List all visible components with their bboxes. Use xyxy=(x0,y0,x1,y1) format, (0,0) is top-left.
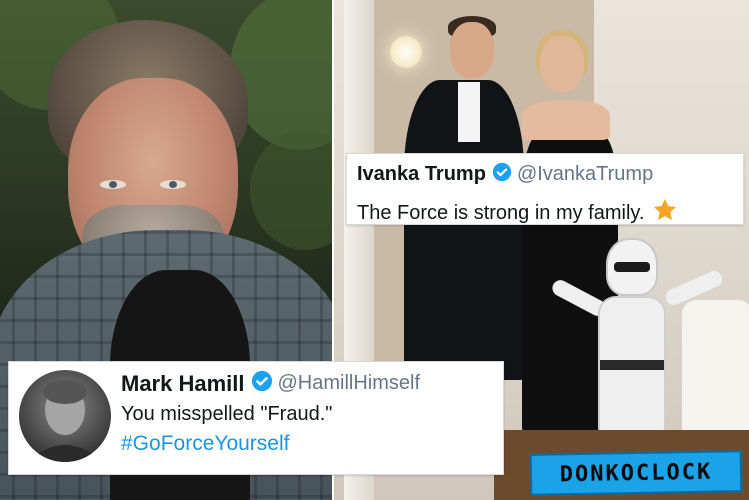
man-shirt xyxy=(458,82,480,142)
sofa xyxy=(682,300,749,450)
avatar[interactable] xyxy=(19,370,111,462)
star-icon xyxy=(652,197,678,229)
man-head xyxy=(450,22,494,78)
tweet-header: Mark Hamill @HamillHimself xyxy=(121,370,420,397)
display-name[interactable]: Ivanka Trump xyxy=(357,163,486,186)
trooper-belt xyxy=(600,360,664,370)
handle[interactable]: @IvankaTrump xyxy=(517,163,653,186)
verified-badge-icon xyxy=(492,162,512,187)
trooper-visor xyxy=(614,262,650,272)
tweet-body: Mark Hamill @HamillHimself You misspelle… xyxy=(121,370,420,456)
tweet-text: The Force is strong in my family. xyxy=(357,197,733,229)
woman-shoulders xyxy=(522,100,610,140)
hamill-tweet-card[interactable]: Mark Hamill @HamillHimself You misspelle… xyxy=(8,361,504,475)
ivanka-tweet-card[interactable]: Ivanka Trump @IvankaTrump The Force is s… xyxy=(346,153,744,225)
eye xyxy=(100,180,126,189)
eye xyxy=(160,180,186,189)
woman-head xyxy=(540,36,584,92)
watermark-logo: DONKOCLOCK xyxy=(529,450,743,496)
tweet-header: Ivanka Trump @IvankaTrump xyxy=(357,162,733,187)
tweet-text: You misspelled "Fraud." xyxy=(121,403,333,425)
verified-badge-icon xyxy=(251,370,273,397)
handle[interactable]: @HamillHimself xyxy=(278,372,421,395)
hashtag-link[interactable]: #GoForceYourself xyxy=(121,432,420,456)
trooper-body xyxy=(598,296,666,446)
tweet-text-content: The Force is strong in my family. xyxy=(357,201,645,224)
lamp xyxy=(390,36,422,68)
display-name[interactable]: Mark Hamill xyxy=(121,371,245,397)
foliage-blob xyxy=(250,130,332,250)
